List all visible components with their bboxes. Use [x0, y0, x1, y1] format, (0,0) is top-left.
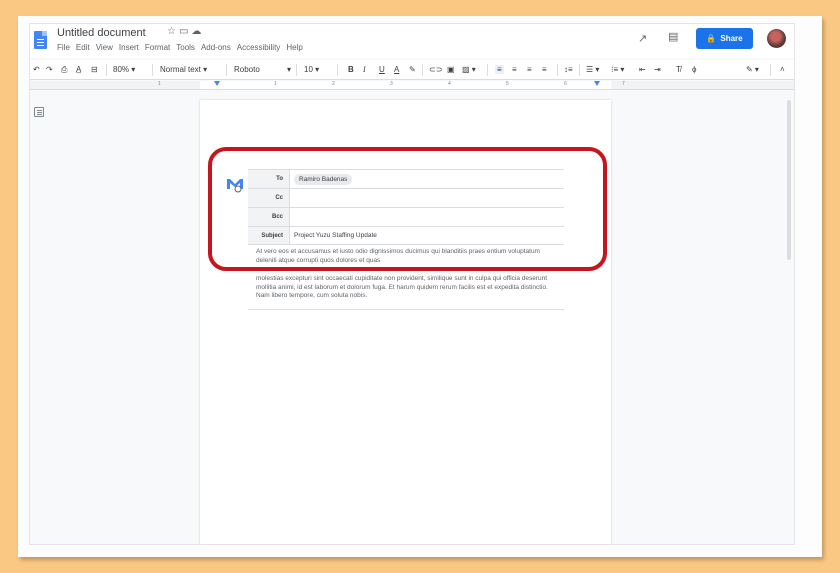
vertical-scrollbar[interactable]: [787, 100, 791, 260]
menu-view[interactable]: View: [96, 43, 113, 52]
insert-image-icon[interactable]: ▨ ▾: [462, 65, 476, 74]
menu-bar: File Edit View Insert Format Tools Add-o…: [57, 43, 303, 52]
docs-logo-icon[interactable]: [34, 31, 47, 49]
ruler-mark: 1: [274, 81, 277, 87]
spellcheck-icon[interactable]: A̲: [76, 65, 81, 74]
ruler-mark: 4: [448, 81, 451, 87]
menu-edit[interactable]: Edit: [76, 43, 90, 52]
menu-help[interactable]: Help: [286, 43, 302, 52]
cloud-status-icon[interactable]: ☁: [191, 26, 204, 37]
title-icons: ☆▭☁: [167, 26, 204, 37]
ruler: 1 1 2 3 4 5 6 7: [30, 81, 794, 90]
style-value: Normal text: [160, 65, 201, 74]
bulleted-list-icon[interactable]: ⁝≡ ▾: [611, 65, 624, 74]
paint-format-icon[interactable]: ⊟: [91, 65, 98, 74]
style-select[interactable]: Normal text ▾: [160, 65, 207, 74]
menu-format[interactable]: Format: [145, 43, 170, 52]
menu-addons[interactable]: Add-ons: [201, 43, 231, 52]
comment-icon[interactable]: ▤: [668, 30, 678, 43]
hide-menus-icon[interactable]: ˄: [780, 65, 785, 74]
undo-icon[interactable]: ↶: [33, 65, 40, 74]
lock-icon: 🔒: [706, 34, 717, 43]
email-body-paragraph-2[interactable]: molestias excepturi sint occaecati cupid…: [256, 275, 556, 301]
menu-accessibility[interactable]: Accessibility: [237, 43, 281, 52]
share-label: Share: [720, 34, 743, 43]
font-size-select[interactable]: 10 ▾: [304, 65, 319, 74]
ruler-mark: 7: [622, 81, 625, 87]
font-size-value: 10: [304, 65, 313, 74]
text-color-button[interactable]: A: [394, 65, 399, 74]
folder-move-icon[interactable]: ▭: [179, 26, 191, 37]
menu-file[interactable]: File: [57, 43, 70, 52]
align-center-icon[interactable]: ≡: [512, 65, 517, 74]
ruler-mark: 2: [332, 81, 335, 87]
font-dropdown-icon[interactable]: ▾: [287, 65, 291, 74]
red-highlight-annotation: [208, 147, 607, 271]
italic-button[interactable]: I: [363, 65, 366, 74]
line-spacing-icon[interactable]: ↕≡: [564, 65, 573, 74]
redo-icon[interactable]: ↷: [46, 65, 53, 74]
bold-button[interactable]: B: [348, 65, 354, 74]
star-icon[interactable]: ☆: [167, 26, 179, 37]
share-button[interactable]: 🔒 Share: [696, 28, 753, 49]
ruler-mark: 6: [564, 81, 567, 87]
document-title[interactable]: Untitled document: [57, 27, 146, 39]
font-select[interactable]: Roboto: [234, 65, 260, 74]
checklist-icon[interactable]: ☰ ▾: [586, 65, 599, 74]
print-icon[interactable]: ⎙: [61, 65, 67, 75]
ruler-page-area: [200, 81, 611, 89]
align-right-icon[interactable]: ≡: [527, 65, 532, 74]
align-left-icon[interactable]: ≡: [495, 65, 504, 74]
add-comment-icon[interactable]: ▣: [447, 65, 455, 74]
ruler-mark: 3: [390, 81, 393, 87]
google-docs-window: Untitled document ☆▭☁ File Edit View Ins…: [29, 23, 795, 545]
highlight-color-icon[interactable]: ✎: [409, 65, 416, 74]
email-body-divider: [248, 309, 564, 310]
document-outline-icon[interactable]: [34, 107, 44, 117]
clear-formatting-icon[interactable]: T̸: [676, 65, 681, 74]
zoom-select[interactable]: 80% ▾: [113, 65, 135, 74]
editing-mode-icon[interactable]: ✎ ▾: [746, 65, 759, 74]
ruler-mark: 5: [506, 81, 509, 87]
align-justify-icon[interactable]: ≡: [542, 65, 547, 74]
avatar[interactable]: [767, 29, 786, 48]
decrease-indent-icon[interactable]: ⇤: [639, 65, 646, 74]
left-indent-marker[interactable]: [214, 81, 220, 86]
ruler-mark: 1: [158, 81, 161, 87]
menu-tools[interactable]: Tools: [176, 43, 195, 52]
menu-insert[interactable]: Insert: [119, 43, 139, 52]
title-bar: Untitled document ☆▭☁ File Edit View Ins…: [30, 24, 794, 58]
zoom-value: 80%: [113, 65, 130, 74]
link-icon[interactable]: ⊂⊃: [429, 65, 442, 74]
right-indent-marker[interactable]: [594, 81, 600, 86]
font-value: Roboto: [234, 65, 260, 74]
activity-dashboard-icon[interactable]: ↗: [638, 32, 647, 45]
underline-button[interactable]: U: [379, 65, 385, 74]
toolbar: ↶ ↷ ⎙ A̲ ⊟ 80% ▾ Normal text ▾ Roboto ▾ …: [30, 60, 794, 80]
input-tools-icon[interactable]: ϕ: [692, 65, 696, 74]
increase-indent-icon[interactable]: ⇥: [654, 65, 661, 74]
